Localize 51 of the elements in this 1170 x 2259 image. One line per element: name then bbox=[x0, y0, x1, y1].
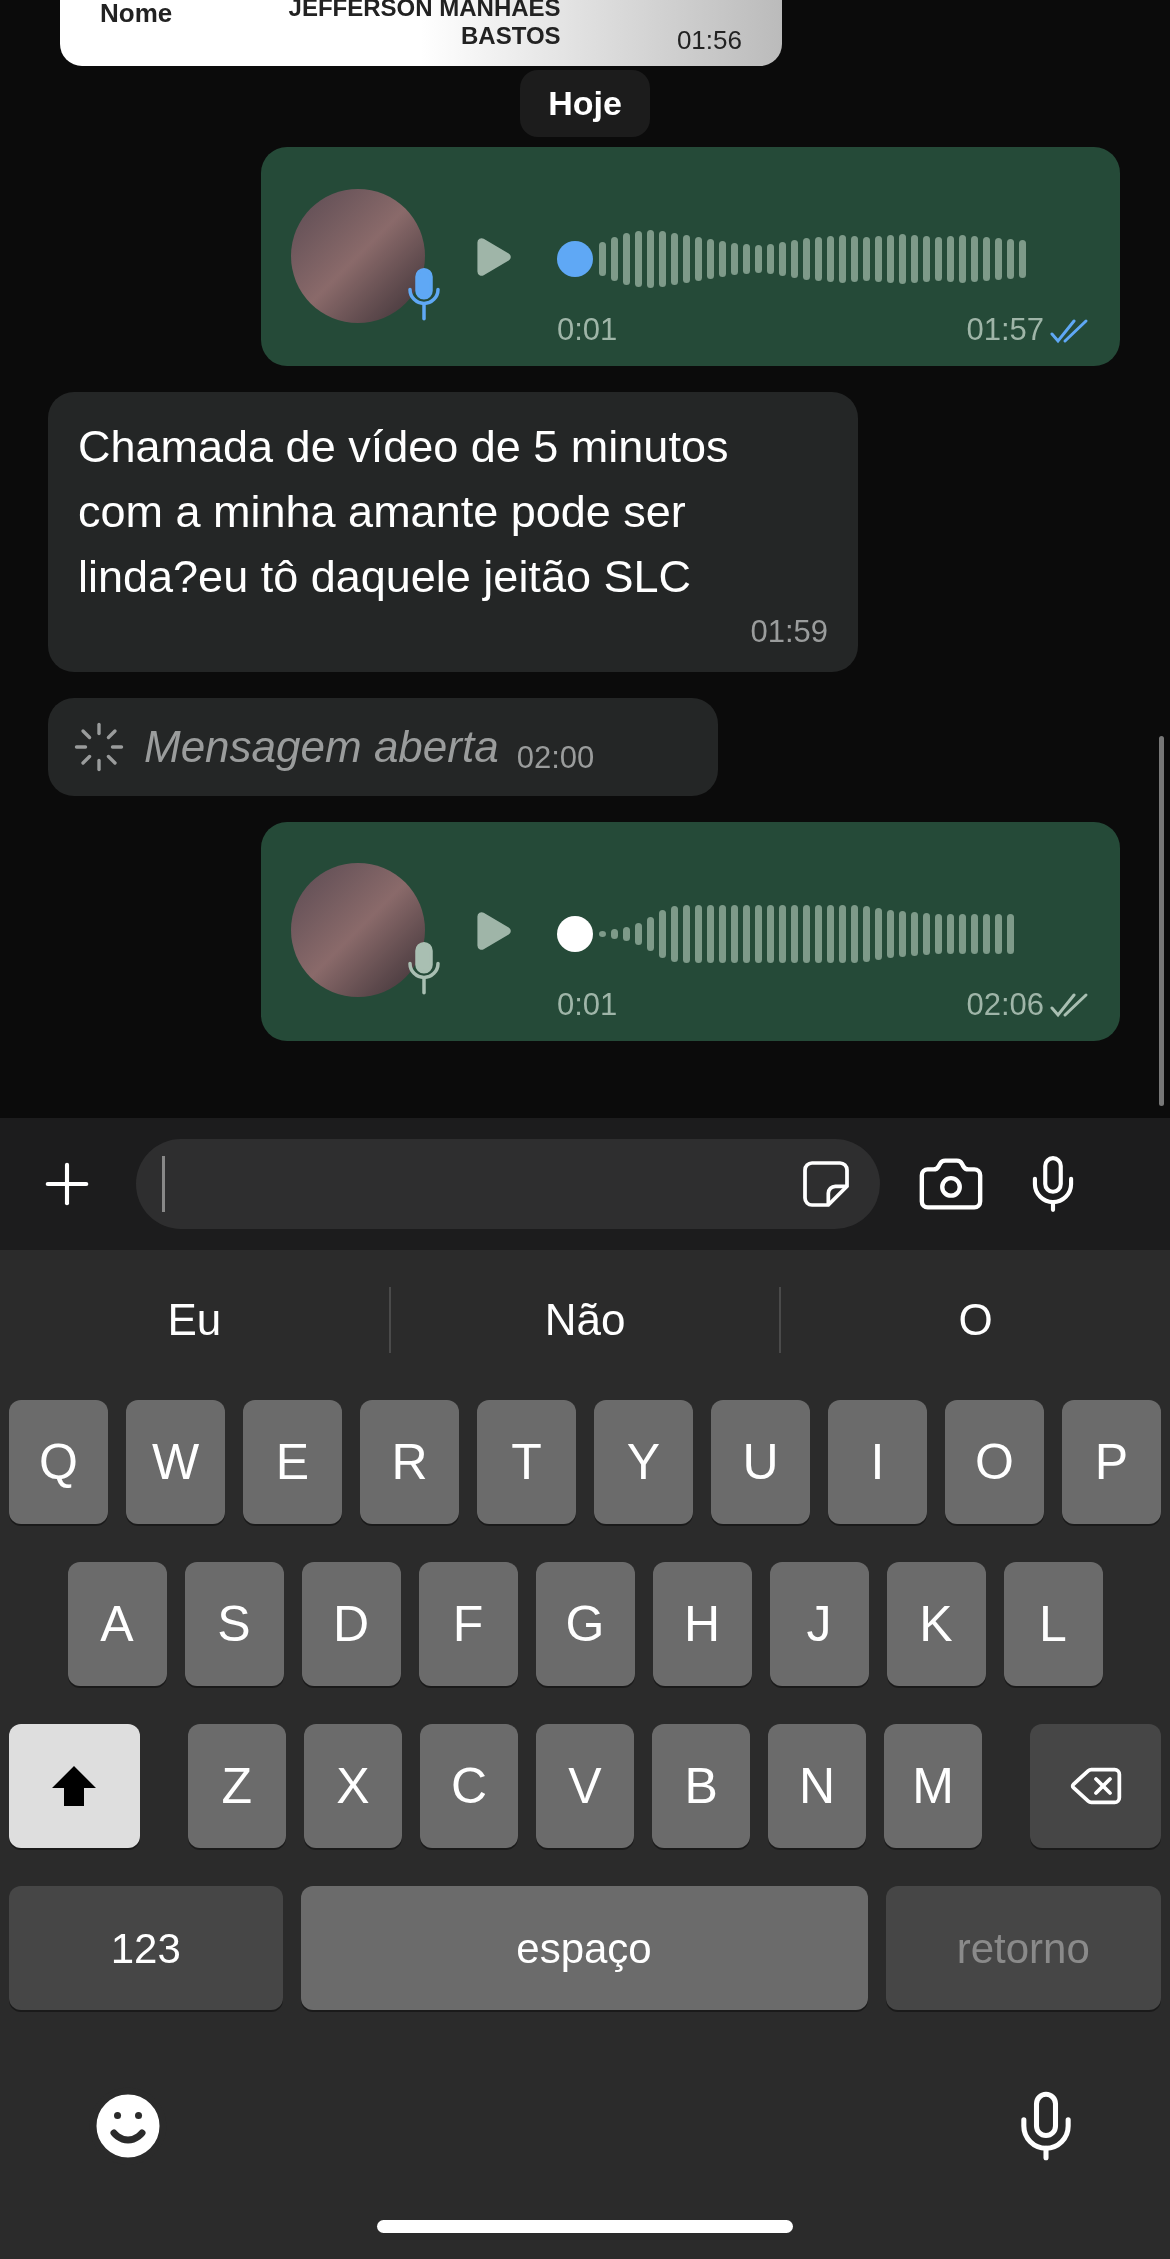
double-check-icon bbox=[1050, 317, 1090, 344]
double-check-icon bbox=[1050, 992, 1090, 1018]
letter-key[interactable]: K bbox=[886, 1562, 986, 1686]
letter-key[interactable]: U bbox=[711, 1400, 810, 1524]
letter-key[interactable]: E bbox=[243, 1400, 342, 1524]
shift-key[interactable] bbox=[9, 1724, 140, 1848]
numbers-key[interactable]: 123 bbox=[9, 1886, 283, 2010]
voice-message-bubble[interactable]: 0:01 01:57 bbox=[261, 147, 1120, 366]
letter-key[interactable]: F bbox=[418, 1562, 518, 1686]
letter-key[interactable]: R bbox=[360, 1400, 459, 1524]
letter-key[interactable]: M bbox=[884, 1724, 983, 1848]
letter-key[interactable]: Q bbox=[9, 1400, 108, 1524]
letter-key[interactable]: A bbox=[67, 1562, 167, 1686]
letter-key[interactable]: X bbox=[303, 1724, 402, 1848]
suggestion[interactable]: Eu bbox=[167, 1287, 222, 1353]
letter-key[interactable]: V bbox=[535, 1724, 635, 1848]
message-time: 01:57 bbox=[966, 311, 1044, 350]
suggestion[interactable]: Não bbox=[544, 1287, 626, 1353]
letter-key[interactable]: L bbox=[1003, 1562, 1103, 1686]
message-time: 02:06 bbox=[966, 985, 1044, 1024]
shift-arrow-icon bbox=[50, 1764, 99, 1808]
message-time: 02:00 bbox=[516, 739, 595, 778]
card-label: Nome bbox=[100, 0, 173, 30]
card-value: BASTOS bbox=[461, 22, 561, 50]
letter-key[interactable]: Z bbox=[187, 1724, 286, 1848]
voice-duration: 0:01 bbox=[557, 311, 618, 350]
letter-key[interactable]: W bbox=[126, 1400, 225, 1524]
letter-key[interactable]: O bbox=[945, 1400, 1044, 1524]
letter-key[interactable]: B bbox=[652, 1724, 751, 1848]
letter-key[interactable]: C bbox=[419, 1724, 518, 1848]
voice-duration: 0:01 bbox=[557, 985, 618, 1024]
letter-key[interactable]: N bbox=[768, 1724, 867, 1848]
letter-key[interactable]: I bbox=[828, 1400, 927, 1524]
message-time: 01:59 bbox=[750, 613, 828, 651]
letter-key[interactable]: T bbox=[477, 1400, 576, 1524]
letter-key[interactable]: S bbox=[184, 1562, 284, 1686]
letter-key[interactable]: Y bbox=[594, 1400, 693, 1524]
suggestion[interactable]: O bbox=[958, 1287, 993, 1353]
backspace-key[interactable] bbox=[1030, 1724, 1161, 1848]
date-chip: Hoje bbox=[520, 70, 650, 137]
letter-key[interactable]: J bbox=[769, 1562, 869, 1686]
letter-key[interactable]: G bbox=[535, 1562, 635, 1686]
message-time: 01:56 bbox=[676, 24, 742, 57]
message-text: Mensagem aberta bbox=[144, 720, 499, 773]
card-value: JEFFERSON MANHAES bbox=[288, 0, 561, 22]
letter-key[interactable]: H bbox=[652, 1562, 752, 1686]
space-key[interactable]: espaço bbox=[300, 1886, 868, 2010]
letter-key[interactable]: D bbox=[301, 1562, 401, 1686]
message-text: Chamada de vídeo de 5 minutos com a minha amante pode ser linda?eu tô daquele jeitão SLC bbox=[78, 420, 730, 604]
letter-key[interactable]: P bbox=[1062, 1400, 1161, 1524]
voice-message-bubble[interactable]: 0:01 02:06 bbox=[261, 821, 1120, 1041]
